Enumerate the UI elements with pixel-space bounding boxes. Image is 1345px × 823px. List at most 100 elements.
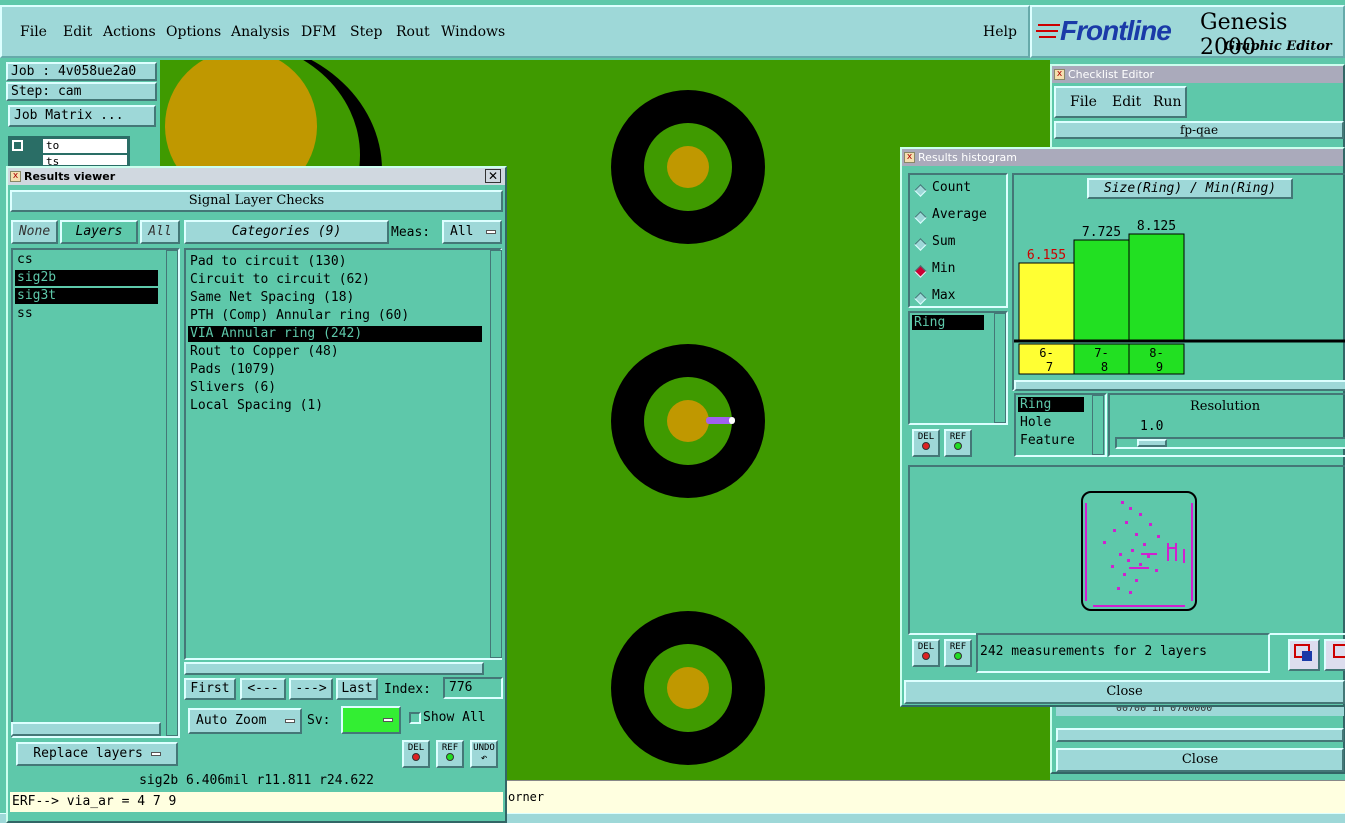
select-all-button[interactable]: All bbox=[140, 220, 180, 244]
layer-item-sig2b[interactable]: sig2b bbox=[15, 270, 158, 286]
checklist-titlebar: x Checklist Editor bbox=[1052, 66, 1343, 83]
histogram-title: Results histogram bbox=[918, 151, 1017, 164]
attr-hole[interactable]: Hole bbox=[1020, 415, 1051, 430]
resolution-slider[interactable] bbox=[1115, 437, 1345, 449]
close-x-icon[interactable]: x bbox=[10, 171, 21, 182]
dropdown-indicator-icon bbox=[285, 719, 295, 723]
chart-scrollbar[interactable] bbox=[1014, 380, 1345, 391]
checklist-scrollbar[interactable] bbox=[1056, 728, 1344, 742]
menu-step[interactable]: Step bbox=[350, 24, 382, 40]
select-none-button[interactable]: None bbox=[11, 220, 58, 244]
category-item[interactable]: Pads (1079) bbox=[188, 362, 482, 378]
menu-options[interactable]: Options bbox=[166, 24, 221, 40]
dropdown-indicator-icon bbox=[150, 751, 161, 756]
ref-label: REF bbox=[441, 743, 459, 753]
attr-feature[interactable]: Feature bbox=[1020, 433, 1075, 448]
ref-button[interactable]: REF bbox=[436, 740, 464, 768]
category-item[interactable]: VIA Annular ring (242) bbox=[188, 326, 482, 342]
menu-file[interactable]: File bbox=[20, 24, 47, 40]
attr-ring[interactable]: Ring bbox=[1018, 397, 1084, 412]
last-button[interactable]: Last bbox=[336, 678, 378, 700]
meas-select[interactable]: All bbox=[442, 220, 502, 244]
category-item[interactable]: Rout to Copper (48) bbox=[188, 344, 482, 360]
checklist-menubar: File Edit Run bbox=[1054, 86, 1187, 118]
attr-scrollbar[interactable] bbox=[1092, 395, 1104, 455]
histogram-ref-button[interactable]: REF bbox=[944, 429, 972, 457]
layer-item-ss[interactable]: ss bbox=[15, 306, 158, 322]
next-button[interactable]: ---> bbox=[289, 678, 333, 700]
map-del-button[interactable]: DEL bbox=[912, 639, 940, 667]
histogram-bar[interactable] bbox=[1073, 239, 1130, 341]
del-button[interactable]: DEL bbox=[402, 740, 430, 768]
index-input[interactable]: 776 bbox=[443, 677, 503, 699]
check-group-header: Signal Layer Checks bbox=[10, 190, 503, 212]
categories-tab[interactable]: Categories (9) bbox=[184, 220, 389, 244]
menu-windows[interactable]: Windows bbox=[441, 24, 505, 40]
checklist-menu-file[interactable]: File bbox=[1070, 94, 1097, 110]
layers-vscroll[interactable] bbox=[166, 250, 178, 736]
menu-dfm[interactable]: DFM bbox=[301, 24, 336, 40]
map-del-led-icon bbox=[922, 652, 930, 660]
frontline-logo: Frontline Genesis 2000 Graphic Editor bbox=[1030, 5, 1345, 60]
radio-min[interactable] bbox=[914, 265, 927, 278]
radio-sum[interactable] bbox=[914, 238, 927, 251]
index-label: Index: bbox=[384, 682, 431, 697]
menu-help[interactable]: Help bbox=[983, 24, 1017, 40]
histogram-bar[interactable] bbox=[1128, 233, 1185, 341]
ref-led-icon bbox=[954, 442, 962, 450]
layer-to[interactable]: to bbox=[43, 139, 127, 153]
show-all-label: Show All bbox=[423, 710, 486, 725]
board-outline[interactable] bbox=[1081, 491, 1197, 611]
category-label: 7 bbox=[1046, 360, 1053, 374]
menu-analysis[interactable]: Analysis bbox=[231, 24, 290, 40]
checklist-menu-edit[interactable]: Edit bbox=[1112, 94, 1141, 110]
list-scrollbar[interactable] bbox=[994, 313, 1006, 423]
checklist-menu-run[interactable]: Run bbox=[1153, 94, 1182, 110]
histogram-del-button[interactable]: DEL bbox=[912, 429, 940, 457]
category-item[interactable]: Slivers (6) bbox=[188, 380, 482, 396]
layer-item-cs[interactable]: cs bbox=[15, 252, 158, 268]
step-label: Step: cam bbox=[6, 82, 157, 101]
close-x-icon[interactable]: x bbox=[904, 152, 915, 163]
category-item[interactable]: PTH (Comp) Annular ring (60) bbox=[188, 308, 482, 324]
categories-vscroll[interactable] bbox=[490, 250, 502, 658]
layer-checkbox[interactable] bbox=[12, 140, 23, 151]
layers-tab[interactable]: Layers bbox=[60, 220, 138, 244]
layers-hscroll[interactable] bbox=[11, 722, 161, 736]
checklist-close-button[interactable]: Close bbox=[1056, 748, 1344, 772]
map-ref-button[interactable]: REF bbox=[944, 639, 972, 667]
sv-color-select[interactable] bbox=[341, 706, 401, 734]
map-ref-led-icon bbox=[954, 652, 962, 660]
dropdown-indicator-icon bbox=[383, 718, 393, 722]
categories-hscroll[interactable] bbox=[184, 662, 484, 675]
radio-count[interactable] bbox=[914, 184, 927, 197]
zoom-fit-icon[interactable] bbox=[1288, 639, 1320, 671]
list-item-ring[interactable]: Ring bbox=[912, 315, 984, 330]
undo-button[interactable]: UNDO ↶ bbox=[470, 740, 498, 768]
menu-actions[interactable]: Actions bbox=[103, 24, 156, 40]
category-item[interactable]: Same Net Spacing (18) bbox=[188, 290, 482, 306]
category-item[interactable]: Pad to circuit (130) bbox=[188, 254, 482, 270]
zoom-area-icon[interactable] bbox=[1324, 639, 1345, 671]
replace-layers-button[interactable]: Replace layers bbox=[16, 742, 178, 766]
first-button[interactable]: First bbox=[184, 678, 236, 700]
histogram-bar[interactable] bbox=[1018, 262, 1075, 341]
menu-rout[interactable]: Rout bbox=[396, 24, 430, 40]
auto-zoom-select[interactable]: Auto Zoom bbox=[188, 708, 302, 734]
close-icon[interactable]: ✕ bbox=[485, 169, 501, 183]
histogram-chart: 6.155 6-7 7.725 7-8 8.125 8-9 bbox=[1014, 219, 1345, 375]
histogram-close-button[interactable]: Close bbox=[904, 680, 1345, 704]
close-x-icon[interactable]: x bbox=[1054, 69, 1065, 80]
layer-ts[interactable]: ts bbox=[43, 155, 127, 165]
prev-button[interactable]: <--- bbox=[240, 678, 286, 700]
show-all-checkbox[interactable] bbox=[409, 712, 421, 724]
radio-max[interactable] bbox=[914, 292, 927, 305]
job-matrix-button[interactable]: Job Matrix ... bbox=[8, 105, 156, 127]
menu-edit[interactable]: Edit bbox=[63, 24, 92, 40]
category-item[interactable]: Circuit to circuit (62) bbox=[188, 272, 482, 288]
resolution-slider-thumb[interactable] bbox=[1137, 439, 1167, 447]
message-text: orner bbox=[508, 790, 545, 804]
layer-item-sig3t[interactable]: sig3t bbox=[15, 288, 158, 304]
category-item[interactable]: Local Spacing (1) bbox=[188, 398, 482, 414]
radio-average[interactable] bbox=[914, 211, 927, 224]
